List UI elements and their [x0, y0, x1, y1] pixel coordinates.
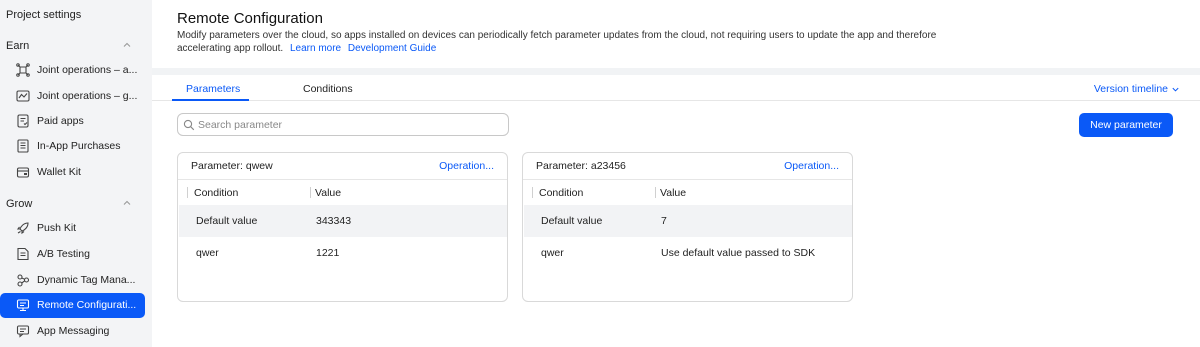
new-parameter-button[interactable]: New parameter: [1079, 113, 1173, 137]
sidebar-item-label: Push Kit: [37, 222, 77, 234]
sidebar-item-in-app-purchases[interactable]: In-App Purchases: [0, 134, 145, 159]
joint-operations-icon: [16, 63, 30, 77]
column-divider: [532, 187, 533, 198]
table-header: Condition Value: [523, 181, 852, 205]
wallet-icon: [16, 167, 30, 178]
push-rocket-icon: [16, 222, 29, 235]
activity-chart-icon: [16, 90, 30, 102]
sidebar-item-label: Paid apps: [37, 115, 84, 127]
sidebar-item-push-kit[interactable]: Push Kit: [0, 216, 145, 241]
sidebar-item-dynamic-tag-manager[interactable]: Dynamic Tag Mana...: [0, 268, 145, 293]
sidebar-item-label: Dynamic Tag Mana...: [37, 274, 136, 286]
paid-apps-icon: [17, 114, 29, 128]
table-row: Default value 343343: [179, 205, 507, 237]
sidebar-item-joint-operations-a[interactable]: Joint operations – a...: [0, 58, 145, 83]
active-tab-indicator: [172, 99, 249, 101]
page-title: Remote Configuration: [177, 10, 323, 27]
project-settings-link[interactable]: Project settings: [6, 9, 81, 21]
page-header: Remote Configuration Modify parameters o…: [152, 0, 1200, 68]
in-app-purchases-icon: [17, 139, 29, 153]
development-guide-link[interactable]: Development Guide: [348, 43, 436, 54]
earn-group-title: Earn: [6, 40, 30, 52]
sidebar-item-label: Joint operations – a...: [37, 64, 137, 76]
search-box: [177, 113, 509, 136]
parameter-name: Parameter: qwew: [191, 160, 273, 172]
sidebar-item-label: App Messaging: [37, 325, 110, 337]
operation-link[interactable]: Operation...: [784, 160, 839, 172]
app-messaging-icon: [16, 325, 30, 338]
chevron-up-icon: [123, 200, 131, 205]
chevron-up-icon: [123, 42, 131, 47]
dynamic-tag-icon: [17, 274, 30, 287]
sidebar-item-label: A/B Testing: [37, 248, 90, 260]
grow-group-header[interactable]: Grow: [0, 198, 152, 214]
column-divider: [655, 187, 656, 198]
learn-more-link[interactable]: Learn more: [290, 43, 341, 54]
grow-group-title: Grow: [6, 198, 33, 210]
sidebar-item-label: Joint operations – g...: [37, 90, 137, 102]
main-panel: Parameters Conditions Version timeline N…: [152, 75, 1200, 347]
column-divider: [187, 187, 188, 198]
sidebar-item-label: Remote Configurati...: [37, 299, 137, 311]
condition-cell: Default value: [196, 215, 258, 227]
tab-bar: Parameters Conditions Version timeline: [152, 75, 1200, 101]
card-header: Parameter: qwew Operation...: [178, 153, 507, 180]
parameter-name: Parameter: a23456: [536, 160, 626, 172]
table-row: qwer 1221: [179, 237, 507, 269]
sidebar-item-label: In-App Purchases: [37, 140, 121, 152]
column-header-value: Value: [660, 187, 687, 199]
search-input[interactable]: [198, 117, 498, 133]
sidebar-item-app-messaging[interactable]: App Messaging: [0, 319, 145, 344]
search-icon: [183, 119, 195, 131]
parameter-card: Parameter: qwew Operation... Condition V…: [177, 152, 508, 302]
condition-cell: qwer: [196, 247, 219, 259]
condition-cell: qwer: [541, 247, 564, 259]
operation-link[interactable]: Operation...: [439, 160, 494, 172]
sidebar-item-remote-configuration[interactable]: Remote Configurati...: [0, 293, 145, 318]
sidebar-item-paid-apps[interactable]: Paid apps: [0, 109, 145, 134]
sidebar-item-joint-operations-g[interactable]: Joint operations – g...: [0, 84, 145, 109]
page-description: Modify parameters over the cloud, so app…: [177, 30, 947, 55]
sidebar-item-ab-testing[interactable]: A/B Testing: [0, 242, 145, 267]
version-timeline-label: Version timeline: [1093, 83, 1168, 95]
column-header-condition: Condition: [194, 187, 239, 199]
value-cell: 7: [661, 215, 667, 227]
sidebar: Project settings Earn Joint operations –…: [0, 0, 152, 347]
tab-conditions[interactable]: Conditions: [303, 83, 353, 95]
table-row: qwer Use default value passed to SDK: [524, 237, 852, 269]
value-cell: 343343: [316, 215, 352, 227]
parameter-card: Parameter: a23456 Operation... Condition…: [522, 152, 853, 302]
chevron-down-icon: [1172, 87, 1179, 92]
sidebar-item-wallet-kit[interactable]: Wallet Kit: [0, 160, 145, 185]
value-cell: Use default value passed to SDK: [661, 247, 816, 259]
earn-group-header[interactable]: Earn: [0, 40, 152, 56]
column-divider: [310, 187, 311, 198]
ab-testing-icon: [17, 247, 29, 261]
table-row: Default value 7: [524, 205, 852, 237]
sidebar-item-label: Wallet Kit: [37, 166, 81, 178]
card-header: Parameter: a23456 Operation...: [523, 153, 852, 180]
condition-cell: Default value: [541, 215, 603, 227]
column-header-condition: Condition: [539, 187, 584, 199]
remote-config-icon: [16, 299, 30, 312]
column-header-value: Value: [315, 187, 342, 199]
version-timeline-link[interactable]: Version timeline: [1094, 83, 1180, 95]
value-cell: 1221: [316, 247, 340, 259]
tab-parameters[interactable]: Parameters: [186, 83, 240, 95]
table-header: Condition Value: [178, 181, 507, 205]
